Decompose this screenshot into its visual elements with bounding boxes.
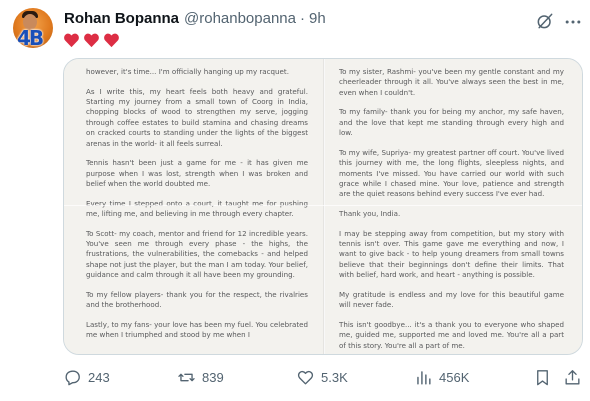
letter-paragraph: As I write this, my heart feels both hea…: [86, 86, 308, 148]
more-icon[interactable]: [563, 12, 583, 32]
repost-icon: [178, 373, 195, 382]
letter-paragraph: Tennis hasn't been just a game for me - …: [86, 158, 308, 189]
share-button[interactable]: [563, 368, 582, 387]
letter-paragraph: Every time I stepped onto a court, it ta…: [86, 198, 308, 219]
avatar-number: 4B: [17, 26, 44, 48]
like-button[interactable]: 5.3K: [296, 368, 348, 387]
share-icon: [565, 370, 580, 385]
letter-paragraph: Thank you, India.: [339, 209, 401, 219]
author-display-name[interactable]: Rohan Bopanna: [64, 10, 179, 27]
letter-right-page: To my sister, Rashmi- you've been my gen…: [325, 59, 582, 354]
letter-paragraph: I may be stepping away from competition,…: [339, 228, 564, 280]
reply-count: 243: [88, 370, 110, 385]
bookmark-button[interactable]: [533, 368, 552, 387]
repost-button[interactable]: 839: [177, 368, 224, 387]
letter-paragraph: To my wife, Supriya- my greatest partner…: [339, 147, 564, 199]
letter-paragraph: To my sister, Rashmi- you've been my gen…: [339, 67, 564, 97]
bookmark-icon: [537, 370, 548, 386]
post-header: 4B Rohan Bopanna @rohanbopanna · 9h: [0, 0, 590, 60]
paper-crease: [64, 205, 582, 206]
action-bar: 243 839 5.3K 456K: [0, 368, 590, 392]
heart-emoji: [104, 33, 119, 48]
letter-left-page: however, it's time... I'm officially han…: [64, 59, 324, 354]
letter-paragraph: To Scott- my coach, mentor and friend fo…: [86, 228, 308, 280]
reply-button[interactable]: 243: [63, 368, 110, 387]
views-button[interactable]: 456K: [414, 368, 469, 387]
like-count: 5.3K: [321, 370, 348, 385]
views-count: 456K: [439, 370, 470, 385]
avatar[interactable]: 4B: [13, 8, 53, 48]
post-timestamp[interactable]: 9h: [309, 10, 326, 27]
author-line: Rohan Bopanna @rohanbopanna · 9h: [64, 10, 326, 27]
grok-icon[interactable]: [535, 11, 555, 31]
post-text: [63, 32, 120, 48]
heart-emoji: [64, 33, 79, 48]
reply-icon: [65, 370, 80, 386]
views-icon: [417, 371, 431, 385]
heart-emoji: [84, 33, 99, 48]
letter-paragraph: My gratitude is endless and my love for …: [339, 289, 564, 310]
letter-paragraph: Lastly, to my fans- your love has been m…: [86, 319, 308, 340]
letter-image[interactable]: however, it's time... I'm officially han…: [63, 58, 583, 355]
letter-paragraph: To my fellow players- thank you for the …: [86, 289, 308, 310]
repost-count: 839: [202, 370, 224, 385]
letter-paragraph: To my family- thank you for being my anc…: [339, 107, 564, 138]
letter-paragraph: This isn't goodbye... it's a thank you t…: [339, 319, 564, 350]
letter-paragraph: however, it's time... I'm officially han…: [86, 67, 289, 76]
like-icon: [297, 370, 314, 385]
separator-dot: ·: [300, 10, 305, 27]
author-handle[interactable]: @rohanbopanna: [184, 10, 296, 27]
